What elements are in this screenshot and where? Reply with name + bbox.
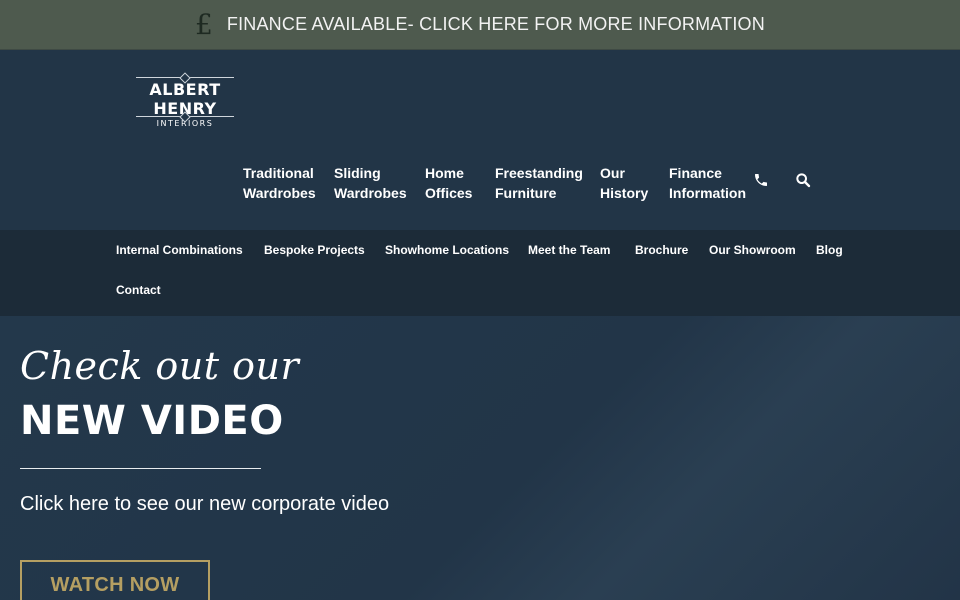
phone-icon[interactable] <box>753 172 773 192</box>
hero-script-heading: Check out our <box>20 344 300 388</box>
hero-title: NEW VIDEO <box>20 398 284 444</box>
pound-sterling-icon: £ <box>195 7 213 41</box>
sub-nav-item-contact[interactable]: Contact <box>116 283 161 297</box>
nav-item-label: Traditional <box>243 165 314 181</box>
sub-nav-item-brochure[interactable]: Brochure <box>635 243 688 257</box>
logo-ornament-top <box>136 77 234 78</box>
nav-item-freestanding-furniture[interactable]: Freestanding Furniture <box>495 163 595 203</box>
site-header: ALBERT HENRY INTERIORS Traditional Wardr… <box>0 50 960 230</box>
nav-item-traditional-wardrobes[interactable]: Traditional Wardrobes <box>243 163 343 203</box>
main-nav: Traditional Wardrobes Sliding Wardrobes … <box>0 163 960 207</box>
site-logo[interactable]: ALBERT HENRY INTERIORS <box>120 74 250 128</box>
logo-ornament-bottom <box>136 116 234 117</box>
sub-nav-item-blog[interactable]: Blog <box>816 243 843 257</box>
nav-item-label: Wardrobes <box>334 185 407 201</box>
watch-now-button[interactable]: WATCH NOW <box>20 560 210 600</box>
nav-item-label: Wardrobes <box>243 185 316 201</box>
hero-description-link[interactable]: Click here to see our new corporate vide… <box>20 493 389 516</box>
secondary-nav: Internal Combinations Bespoke Projects S… <box>0 230 960 316</box>
nav-item-label: Freestanding <box>495 165 583 181</box>
search-icon[interactable] <box>795 172 815 192</box>
finance-banner[interactable]: £ FINANCE AVAILABLE- CLICK HERE FOR MORE… <box>0 0 960 50</box>
nav-item-label: Sliding <box>334 165 381 181</box>
nav-item-sliding-wardrobes[interactable]: Sliding Wardrobes <box>334 163 434 203</box>
sub-nav-item-bespoke-projects[interactable]: Bespoke Projects <box>264 243 365 257</box>
sub-nav-item-internal-combinations[interactable]: Internal Combinations <box>116 243 243 257</box>
hero-divider <box>20 468 261 469</box>
sub-nav-item-our-showroom[interactable]: Our Showroom <box>709 243 796 257</box>
nav-item-label: Furniture <box>495 185 557 201</box>
sub-nav-item-meet-the-team[interactable]: Meet the Team <box>528 243 610 257</box>
finance-banner-text[interactable]: FINANCE AVAILABLE- CLICK HERE FOR MORE I… <box>227 14 765 35</box>
hero-section: Check out our NEW VIDEO Click here to se… <box>0 316 960 600</box>
sub-nav-item-showhome-locations[interactable]: Showhome Locations <box>385 243 509 257</box>
